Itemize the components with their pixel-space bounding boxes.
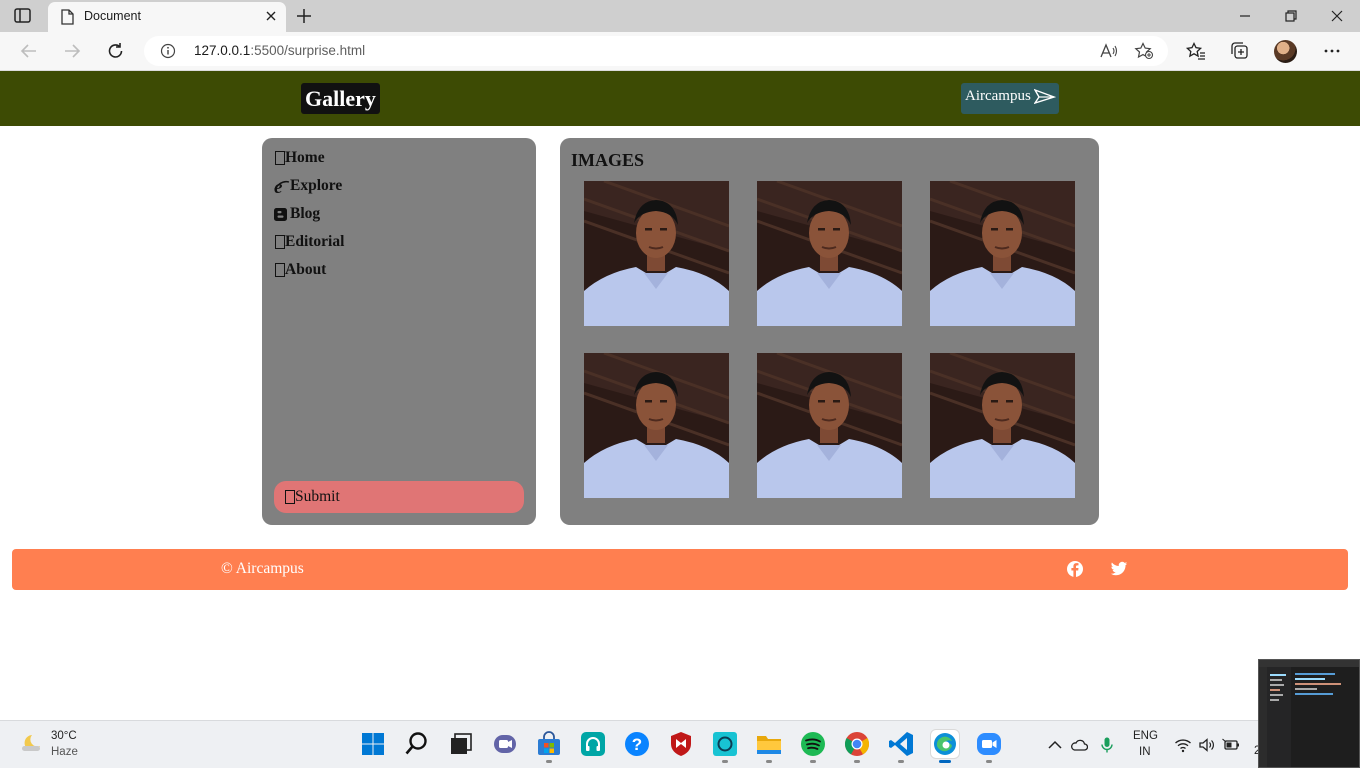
- page-title: Gallery: [301, 83, 380, 114]
- editor-window-preview[interactable]: [1258, 659, 1360, 768]
- headset-app-icon[interactable]: [579, 730, 607, 758]
- volume-icon[interactable]: [1198, 736, 1216, 754]
- zoom-icon[interactable]: [975, 730, 1003, 763]
- onedrive-icon[interactable]: [1070, 736, 1089, 754]
- sidebar-item-label: About: [285, 261, 327, 278]
- task-view-icon[interactable]: [447, 730, 475, 758]
- close-window-icon[interactable]: [1326, 6, 1348, 26]
- weather-moon-icon[interactable]: [20, 733, 44, 760]
- blogger-icon: [274, 204, 290, 224]
- home-icon: [274, 148, 285, 168]
- sidebar-item-explore[interactable]: e Explore: [274, 176, 344, 204]
- facebook-icon[interactable]: [1066, 560, 1084, 578]
- about-icon: [274, 260, 285, 280]
- submit-label: Submit: [295, 488, 340, 505]
- brand-name: Aircampus: [965, 88, 1031, 104]
- running-indicator: [810, 760, 816, 763]
- teams-chat-icon[interactable]: [491, 730, 519, 758]
- gallery-image[interactable]: [584, 353, 729, 498]
- gallery-title: IMAGES: [571, 150, 645, 170]
- weather-condition: Haze: [51, 746, 78, 758]
- language-indicator[interactable]: ENG: [1133, 730, 1158, 742]
- svg-text:?: ?: [632, 735, 642, 754]
- add-favorite-icon[interactable]: [1134, 42, 1154, 60]
- submit-button[interactable]: Submit: [274, 481, 524, 513]
- weather-temperature: 30°C: [51, 730, 77, 742]
- running-indicator: [722, 760, 728, 763]
- read-aloud-icon[interactable]: [1099, 42, 1119, 60]
- wifi-icon[interactable]: [1174, 736, 1192, 754]
- spotify-icon[interactable]: [799, 730, 827, 763]
- sidebar-item-blog[interactable]: Blog: [274, 204, 344, 232]
- browser-tab-bar: Document: [0, 0, 1360, 32]
- site-info-icon[interactable]: [160, 43, 176, 64]
- editorial-icon: [274, 232, 285, 252]
- sidebar-item-about[interactable]: About: [274, 260, 344, 288]
- running-indicator: [986, 760, 992, 763]
- gallery-panel: IMAGES: [560, 138, 1099, 525]
- close-tab-icon[interactable]: [264, 9, 278, 28]
- twitter-icon[interactable]: [1110, 560, 1128, 578]
- running-indicator: [939, 760, 951, 763]
- chevron-up-icon[interactable]: [1046, 736, 1064, 754]
- sidebar-item-label: Editorial: [285, 233, 345, 250]
- battery-icon[interactable]: [1222, 736, 1240, 754]
- browser-toolbar: 127.0.0.1:5500/surprise.html: [0, 32, 1360, 71]
- svg-text:e: e: [274, 177, 283, 196]
- site-footer: © Aircampus: [12, 549, 1348, 590]
- region-indicator[interactable]: IN: [1139, 746, 1151, 758]
- search-icon[interactable]: [403, 730, 431, 758]
- sidebar-item-home[interactable]: Home: [274, 148, 344, 176]
- more-options-icon[interactable]: [1321, 41, 1343, 61]
- sidebar-item-editorial[interactable]: Editorial: [274, 232, 344, 260]
- windows-start-icon[interactable]: [359, 730, 387, 758]
- mcafee-icon[interactable]: [667, 730, 695, 758]
- chrome-icon[interactable]: [843, 730, 871, 763]
- help-icon[interactable]: ?: [623, 730, 651, 758]
- sidebar: Home e Explore Blog Editorial About Subm…: [262, 138, 536, 525]
- microphone-icon[interactable]: [1098, 736, 1116, 754]
- running-indicator: [546, 760, 552, 763]
- sidebar-item-label: Blog: [290, 205, 321, 222]
- tab-title: Document: [84, 9, 141, 23]
- taskbar: 30°C Haze ? ENG IN: [0, 720, 1360, 768]
- brand-badge[interactable]: Aircampus: [961, 83, 1059, 114]
- alexa-icon[interactable]: [711, 730, 739, 763]
- browser-tab[interactable]: Document: [48, 2, 286, 32]
- tab-actions-icon[interactable]: [14, 8, 32, 24]
- document-icon: [60, 9, 74, 30]
- profile-avatar[interactable]: [1274, 40, 1297, 63]
- vscode-icon[interactable]: [887, 730, 915, 763]
- gallery-image[interactable]: [757, 181, 902, 326]
- collections-icon[interactable]: [1229, 41, 1251, 61]
- forward-arrow-icon[interactable]: [61, 41, 83, 61]
- submit-icon: [284, 481, 295, 504]
- gallery-image[interactable]: [757, 353, 902, 498]
- internet-explorer-icon: e: [274, 176, 290, 198]
- restore-icon[interactable]: [1280, 6, 1302, 26]
- running-indicator: [766, 760, 772, 763]
- sidebar-item-label: Home: [285, 149, 325, 166]
- address-bar[interactable]: 127.0.0.1:5500/surprise.html: [144, 36, 1168, 66]
- gallery-image[interactable]: [930, 181, 1075, 326]
- running-indicator: [854, 760, 860, 763]
- gallery-image[interactable]: [930, 353, 1075, 498]
- refresh-icon[interactable]: [105, 41, 127, 61]
- url-text: 127.0.0.1:5500/surprise.html: [194, 43, 366, 58]
- copyright-text: © Aircampus: [221, 560, 304, 577]
- site-header: Gallery Aircampus: [0, 71, 1360, 126]
- favorites-icon[interactable]: [1185, 41, 1207, 61]
- sidebar-menu: Home e Explore Blog Editorial About: [274, 148, 344, 288]
- microsoft-store-icon[interactable]: [535, 730, 563, 763]
- running-indicator: [898, 760, 904, 763]
- back-arrow-icon[interactable]: [18, 41, 40, 61]
- new-tab-icon[interactable]: [294, 6, 316, 26]
- gallery-image[interactable]: [584, 181, 729, 326]
- plane-icon: [1034, 88, 1056, 104]
- minimize-icon[interactable]: [1234, 6, 1256, 26]
- file-explorer-icon[interactable]: [755, 730, 783, 763]
- sidebar-item-label: Explore: [290, 177, 343, 194]
- edge-icon[interactable]: [931, 730, 959, 763]
